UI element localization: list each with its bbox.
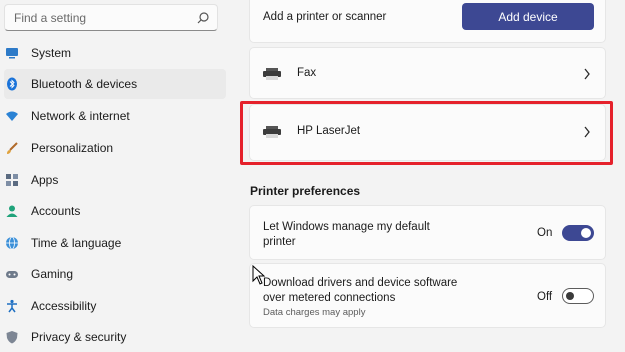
sidebar-item-label: Bluetooth & devices [31, 77, 138, 91]
sidebar-item-personalization[interactable]: Personalization [4, 133, 226, 163]
sidebar-item-label: Accounts [31, 204, 81, 218]
sidebar-item-label: Apps [31, 173, 59, 187]
search-input[interactable]: Find a setting [4, 4, 218, 31]
globe-icon [6, 236, 18, 250]
accessibility-icon [7, 299, 17, 313]
metered-sublabel: Data charges may apply [263, 307, 366, 318]
metered-label-line2: over metered connections [263, 292, 396, 304]
sidebar-item-apps[interactable]: Apps [4, 165, 226, 195]
metered-download-setting: Download drivers and device software ove… [249, 263, 606, 328]
metered-download-toggle[interactable] [562, 288, 594, 304]
default-printer-toggle[interactable] [562, 225, 594, 241]
highlight-box [240, 101, 613, 165]
sidebar-item-accessibility[interactable]: Accessibility [4, 291, 226, 321]
default-printer-label-line1: Let Windows manage my default [263, 221, 430, 233]
sidebar-item-label: System [31, 46, 72, 60]
mouse-cursor-icon [252, 265, 266, 285]
add-printer-label: Add a printer or scanner [263, 11, 387, 23]
sidebar-item-accounts[interactable]: Accounts [4, 196, 226, 226]
toggle-knob [581, 228, 591, 238]
toggle-knob [566, 292, 574, 300]
gamepad-icon [6, 271, 18, 278]
printer-name: Fax [297, 67, 317, 79]
search-placeholder: Find a setting [14, 11, 87, 25]
toggle-state-off: Off [537, 291, 553, 303]
metered-label-line1: Download drivers and device software [263, 277, 458, 289]
printer-icon [263, 68, 281, 80]
person-icon [6, 205, 18, 217]
sidebar-item-network[interactable]: Network & internet [4, 101, 226, 131]
sidebar-item-label: Gaming [31, 267, 74, 281]
sidebar-item-privacy[interactable]: Privacy & security [4, 322, 226, 352]
sidebar-item-label: Personalization [31, 141, 114, 155]
default-printer-label-line2: printer [263, 236, 296, 248]
default-printer-setting: Let Windows manage my default printer On [249, 205, 606, 260]
chevron-right-icon [584, 68, 590, 80]
shield-icon [6, 331, 18, 344]
bluetooth-icon [7, 77, 17, 91]
sidebar-item-system[interactable]: System [4, 38, 226, 68]
sidebar-item-label: Network & internet [31, 109, 130, 123]
monitor-icon [6, 48, 18, 59]
sidebar-item-label: Privacy & security [31, 330, 127, 344]
sidebar-item-bluetooth[interactable]: Bluetooth & devices [4, 69, 226, 99]
sidebar-item-label: Accessibility [31, 299, 97, 313]
sidebar-item-label: Time & language [31, 236, 122, 250]
apps-icon [6, 174, 18, 186]
toggle-state-on: On [537, 227, 553, 239]
sidebar-item-gaming[interactable]: Gaming [4, 259, 226, 289]
printer-row-fax[interactable]: Fax [249, 47, 606, 99]
sidebar-item-time-language[interactable]: Time & language [4, 228, 226, 258]
add-device-button[interactable]: Add device [462, 3, 594, 30]
wifi-icon [6, 111, 18, 121]
section-title-printer-preferences: Printer preferences [250, 184, 361, 198]
brush-icon [7, 142, 18, 154]
search-icon [197, 12, 209, 24]
